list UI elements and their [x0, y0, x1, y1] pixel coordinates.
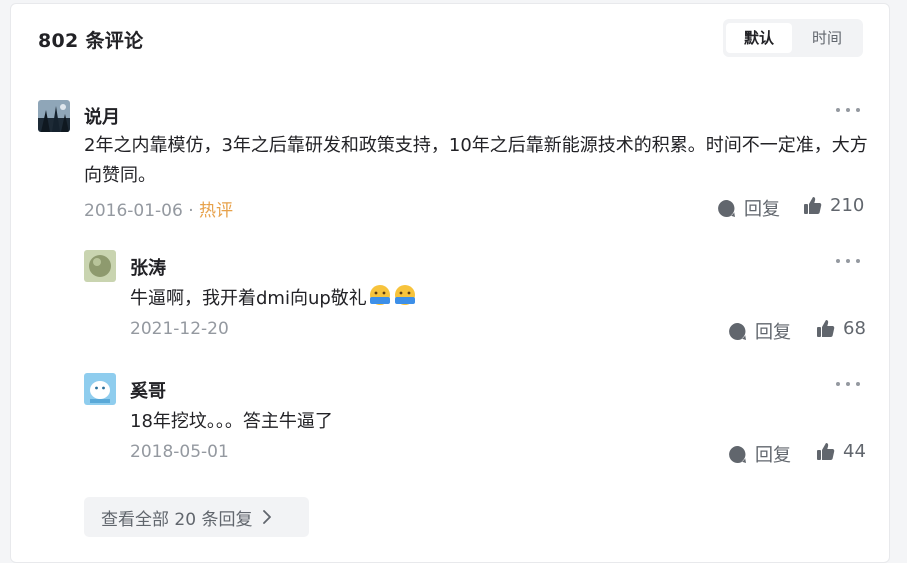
more-options-icon[interactable]: [836, 254, 860, 268]
comment-text: 2年之内靠模仿，3年之后靠研发和政策支持，10年之后靠新能源技术的积累。时间不一…: [84, 135, 868, 186]
hot-comment-tag: 热评: [199, 201, 234, 221]
like-count: 210: [830, 195, 865, 216]
reply-bubble-icon: [729, 445, 746, 463]
reply-label: 回复: [755, 322, 791, 343]
comment-username[interactable]: 说月: [84, 103, 120, 129]
chevron-right-icon: [262, 510, 272, 524]
like-count: 44: [843, 441, 866, 462]
like-button[interactable]: 210: [803, 195, 864, 216]
more-options-icon[interactable]: [836, 103, 860, 117]
reply-username[interactable]: 张涛: [130, 254, 166, 280]
agree-emoji-icon: [394, 285, 415, 305]
reply-button[interactable]: 回复: [728, 318, 791, 344]
sort-default-button[interactable]: 默认: [726, 23, 792, 53]
avatar[interactable]: [84, 250, 116, 282]
reply-bubble-icon: [729, 322, 746, 340]
avatar[interactable]: [84, 373, 116, 405]
comment-count-title: 802 条评论: [38, 30, 144, 52]
reply-username[interactable]: 奚哥: [130, 377, 166, 403]
thumbs-up-icon: [817, 443, 835, 460]
reply-label: 回复: [755, 445, 791, 466]
avatar[interactable]: [38, 100, 70, 132]
sort-time-button[interactable]: 时间: [794, 23, 860, 53]
like-count: 68: [843, 318, 866, 339]
thumbs-up-icon: [817, 320, 835, 337]
reply-text: 牛逼啊，我开着dmi向up敬礼: [130, 284, 417, 314]
comment-date: 2016-01-06: [84, 201, 183, 221]
view-all-replies-button[interactable]: 查看全部 20 条回复: [84, 497, 309, 537]
reply-bubble-icon: [718, 199, 735, 217]
view-all-label: 查看全部 20 条回复: [101, 509, 253, 530]
reply-text: 18年挖坟。。。答主牛逼了: [130, 411, 333, 432]
reply-label: 回复: [744, 199, 780, 220]
meta-separator: ·: [188, 201, 194, 221]
reply-button[interactable]: 回复: [717, 195, 780, 221]
reply-date: 2021-12-20: [130, 319, 229, 339]
reply-date: 2018-05-01: [130, 442, 229, 462]
thumbs-up-icon: [804, 197, 822, 214]
like-button[interactable]: 44: [816, 441, 866, 462]
reply-button[interactable]: 回复: [728, 441, 791, 467]
comment-meta: 2016-01-06 · 热评: [84, 196, 233, 221]
reply-text-body: 牛逼啊，我开着dmi向up敬礼: [130, 288, 367, 309]
like-button[interactable]: 68: [816, 318, 866, 339]
comment-panel: 802 条评论 默认 时间 说月 2年之内靠模仿，3年之后靠研发和政策支持，10…: [10, 3, 890, 563]
sort-toggle: 默认 时间: [723, 19, 863, 57]
more-options-icon[interactable]: [836, 377, 860, 391]
agree-emoji-icon: [369, 285, 390, 305]
